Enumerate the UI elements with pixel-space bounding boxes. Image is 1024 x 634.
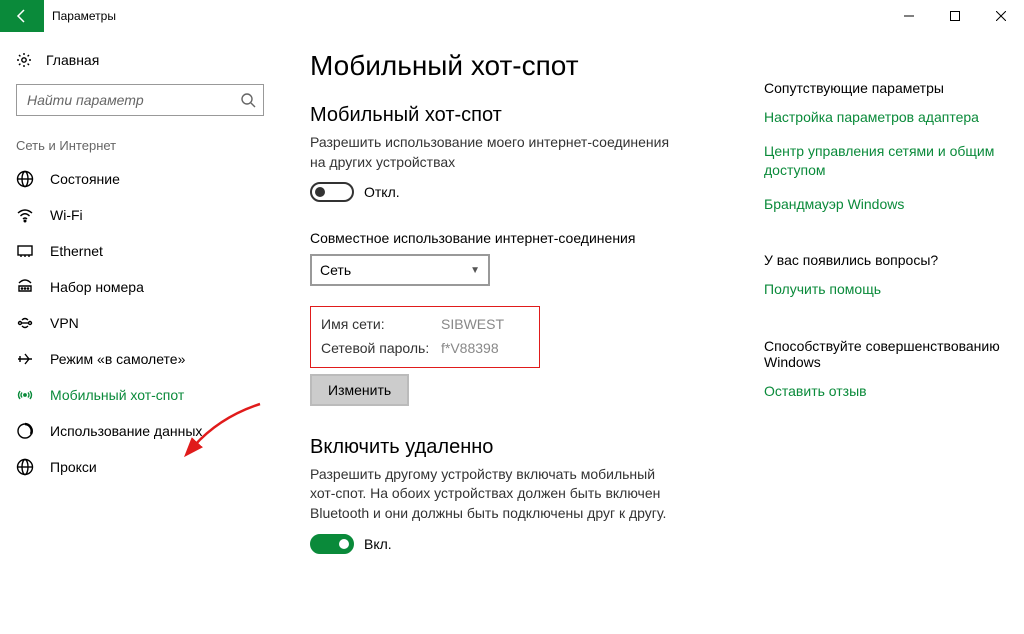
- data-usage-icon: [16, 422, 34, 440]
- ethernet-icon: [16, 242, 34, 260]
- sidebar-item-label: Ethernet: [50, 243, 103, 259]
- sidebar-item-status[interactable]: Состояние: [0, 161, 280, 197]
- network-pass-value: f*V88398: [441, 337, 499, 361]
- remote-toggle[interactable]: [310, 534, 354, 554]
- sidebar-item-label: Режим «в самолете»: [50, 351, 185, 367]
- page-title: Мобильный хот-спот: [310, 50, 724, 82]
- sidebar-item-data-usage[interactable]: Использование данных: [0, 413, 280, 449]
- section-header: Сеть и Интернет: [0, 134, 280, 161]
- wifi-icon: [16, 206, 34, 224]
- proxy-icon: [16, 458, 34, 476]
- close-button[interactable]: [978, 0, 1024, 32]
- network-name-label: Имя сети:: [321, 313, 441, 337]
- connection-select-value: Сеть: [320, 262, 351, 278]
- link-firewall[interactable]: Брандмауэр Windows: [764, 195, 1004, 215]
- sidebar: Главная Сеть и Интернет Состояние Wi-Fi …: [0, 32, 280, 634]
- search-icon: [240, 92, 256, 108]
- vpn-icon: [16, 314, 34, 332]
- sidebar-item-wifi[interactable]: Wi-Fi: [0, 197, 280, 233]
- link-get-help[interactable]: Получить помощь: [764, 280, 1004, 300]
- share-heading: Совместное использование интернет-соедин…: [310, 230, 724, 246]
- maximize-icon: [950, 11, 960, 21]
- back-arrow-icon: [14, 8, 30, 24]
- help-heading: У вас появились вопросы?: [764, 252, 1004, 268]
- network-name-value: SIBWEST: [441, 313, 504, 337]
- sidebar-item-dialup[interactable]: Набор номера: [0, 269, 280, 305]
- sidebar-item-label: Состояние: [50, 171, 120, 187]
- sidebar-item-label: Wi-Fi: [50, 207, 83, 223]
- edit-button[interactable]: Изменить: [310, 374, 409, 406]
- sidebar-item-vpn[interactable]: VPN: [0, 305, 280, 341]
- window-controls: [886, 0, 1024, 32]
- minimize-button[interactable]: [886, 0, 932, 32]
- remote-toggle-state: Вкл.: [364, 536, 392, 552]
- sidebar-item-label: VPN: [50, 315, 79, 331]
- network-info-box: Имя сети: SIBWEST Сетевой пароль: f*V883…: [310, 306, 540, 368]
- airplane-icon: [16, 350, 34, 368]
- sidebar-item-airplane[interactable]: Режим «в самолете»: [0, 341, 280, 377]
- gear-icon: [16, 52, 32, 68]
- link-adapter-settings[interactable]: Настройка параметров адаптера: [764, 108, 1004, 128]
- window-title: Параметры: [52, 9, 886, 23]
- link-network-center[interactable]: Центр управления сетями и общим доступом: [764, 142, 1004, 181]
- hotspot-desc: Разрешить использование моего интернет-с…: [310, 133, 680, 172]
- sidebar-item-hotspot[interactable]: Мобильный хот-спот: [0, 377, 280, 413]
- remote-desc: Разрешить другому устройству включать мо…: [310, 465, 680, 524]
- hotspot-toggle[interactable]: [310, 182, 354, 202]
- home-label: Главная: [46, 52, 99, 68]
- sidebar-item-label: Использование данных: [50, 423, 202, 439]
- chevron-down-icon: ▼: [470, 265, 480, 276]
- sidebar-item-label: Набор номера: [50, 279, 144, 295]
- main-content: Мобильный хот-спот Мобильный хот-спот Ра…: [280, 32, 1024, 634]
- search-wrap: [16, 84, 264, 116]
- hotspot-icon: [16, 386, 34, 404]
- sidebar-item-proxy[interactable]: Прокси: [0, 449, 280, 485]
- hotspot-toggle-state: Откл.: [364, 184, 400, 200]
- home-link[interactable]: Главная: [0, 44, 280, 76]
- network-pass-label: Сетевой пароль:: [321, 337, 441, 361]
- minimize-icon: [904, 11, 914, 21]
- globe-icon: [16, 170, 34, 188]
- connection-select[interactable]: Сеть ▼: [310, 254, 490, 286]
- sidebar-item-ethernet[interactable]: Ethernet: [0, 233, 280, 269]
- maximize-button[interactable]: [932, 0, 978, 32]
- remote-heading: Включить удаленно: [310, 436, 724, 459]
- close-icon: [996, 11, 1006, 21]
- related-panel: Сопутствующие параметры Настройка параме…: [764, 50, 1004, 634]
- search-input[interactable]: [16, 84, 264, 116]
- related-heading: Сопутствующие параметры: [764, 80, 1004, 96]
- sidebar-item-label: Прокси: [50, 459, 97, 475]
- back-button[interactable]: [0, 0, 44, 32]
- hotspot-heading: Мобильный хот-спот: [310, 104, 724, 127]
- sidebar-item-label: Мобильный хот-спот: [50, 387, 184, 403]
- link-feedback[interactable]: Оставить отзыв: [764, 382, 1004, 402]
- dialup-icon: [16, 278, 34, 296]
- title-bar: Параметры: [0, 0, 1024, 32]
- feedback-heading: Способствуйте совершенствованию Windows: [764, 338, 1004, 370]
